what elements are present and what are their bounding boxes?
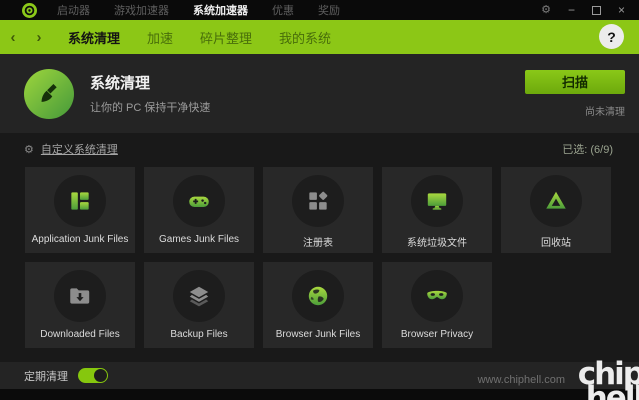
customize-link[interactable]: ⚙ 自定义系统清理 — [24, 141, 118, 157]
customize-link-label: 自定义系统清理 — [41, 141, 118, 157]
back-arrow-icon[interactable]: ‹ — [0, 29, 26, 46]
tile-label: Browser Junk Files — [276, 329, 360, 340]
app-window: 启动器 游戏加速器 系统加速器 优惠 奖励 ⚙ − × ‹ › 系统清理 加速 … — [0, 0, 639, 400]
tab-boost[interactable]: 加速 — [147, 28, 173, 47]
tile-label: Backup Files — [170, 329, 227, 340]
title-bar: 启动器 游戏加速器 系统加速器 优惠 奖励 ⚙ − × — [0, 0, 639, 20]
tile-downloaded-files[interactable]: Downloaded Files — [25, 262, 135, 348]
tile-label: Downloaded Files — [40, 329, 120, 340]
mask-icon — [411, 270, 463, 322]
broom-icon — [24, 69, 74, 119]
clean-status: 尚未清理 — [585, 103, 625, 118]
tile-system-junk[interactable]: 系统垃圾文件 — [382, 167, 492, 253]
tile-label: 系统垃圾文件 — [407, 234, 467, 249]
bottom-strip — [0, 389, 639, 400]
cortex-logo-icon[interactable] — [22, 3, 37, 18]
settings-gear-icon[interactable]: ⚙ — [541, 5, 551, 16]
app-window-icon — [54, 175, 106, 227]
layers-icon — [173, 270, 225, 322]
tab-my-system[interactable]: 我的系统 — [279, 28, 331, 47]
tab-system-clean[interactable]: 系统清理 — [68, 28, 120, 47]
top-menu: 启动器 游戏加速器 系统加速器 优惠 奖励 — [57, 2, 340, 18]
tile-label: 注册表 — [303, 234, 333, 249]
tile-browser-junk[interactable]: Browser Junk Files — [263, 262, 373, 348]
page-header: 系统清理 让你的 PC 保持干净快速 扫描 尚未清理 — [0, 54, 639, 133]
tile-browser-privacy[interactable]: Browser Privacy — [382, 262, 492, 348]
content-area: ⚙ 自定义系统清理 已选: (6/9) Application Junk Fil… — [0, 133, 639, 400]
periodic-clean-label: 定期清理 — [24, 368, 68, 384]
maximize-button[interactable] — [592, 6, 601, 15]
forward-arrow-icon[interactable]: › — [26, 29, 52, 46]
tile-recycle-bin[interactable]: 回收站 — [501, 167, 611, 253]
menu-item-deals[interactable]: 优惠 — [272, 2, 294, 18]
toggle-knob — [94, 369, 107, 382]
menu-item-launcher[interactable]: 启动器 — [57, 2, 90, 18]
menu-item-rewards[interactable]: 奖励 — [318, 2, 340, 18]
download-folder-icon — [54, 270, 106, 322]
tile-label: 回收站 — [541, 234, 571, 249]
periodic-clean-toggle[interactable] — [78, 368, 108, 383]
registry-squares-icon — [292, 175, 344, 227]
page-title: 系统清理 — [90, 72, 210, 93]
tile-application-junk[interactable]: Application Junk Files — [25, 167, 135, 253]
minimize-button[interactable]: − — [568, 4, 575, 16]
watermark-url: www.chiphell.com — [478, 374, 565, 386]
selected-count: 已选: (6/9) — [562, 141, 613, 157]
monitor-icon — [411, 175, 463, 227]
cleanup-tile-grid: Application Junk Files Games Junk Files — [25, 167, 614, 348]
tile-registry[interactable]: 注册表 — [263, 167, 373, 253]
globe-icon — [292, 270, 344, 322]
tile-label: Browser Privacy — [401, 329, 473, 340]
window-controls: ⚙ − × — [541, 4, 625, 16]
nav-tabs: 系统清理 加速 碎片整理 我的系统 — [68, 28, 331, 47]
menu-item-game-booster[interactable]: 游戏加速器 — [114, 2, 169, 18]
gamepad-icon — [173, 175, 225, 227]
menu-item-system-booster[interactable]: 系统加速器 — [193, 2, 248, 18]
tile-label: Games Junk Files — [159, 234, 239, 245]
tab-defrag[interactable]: 碎片整理 — [200, 28, 252, 47]
tile-label: Application Junk Files — [32, 234, 129, 245]
section-row: ⚙ 自定义系统清理 已选: (6/9) — [0, 133, 639, 165]
recycle-bin-icon — [530, 175, 582, 227]
page-subtitle: 让你的 PC 保持干净快速 — [90, 99, 210, 115]
tile-games-junk[interactable]: Games Junk Files — [144, 167, 254, 253]
close-button[interactable]: × — [618, 4, 625, 16]
chiphell-logo-watermark: chiphell — [578, 362, 639, 400]
tile-backup-files[interactable]: Backup Files — [144, 262, 254, 348]
header-text: 系统清理 让你的 PC 保持干净快速 — [90, 72, 210, 115]
scan-button[interactable]: 扫描 — [525, 70, 625, 94]
nav-bar: ‹ › 系统清理 加速 碎片整理 我的系统 ? — [0, 20, 639, 54]
small-gear-icon: ⚙ — [24, 143, 34, 156]
help-button[interactable]: ? — [599, 24, 624, 49]
